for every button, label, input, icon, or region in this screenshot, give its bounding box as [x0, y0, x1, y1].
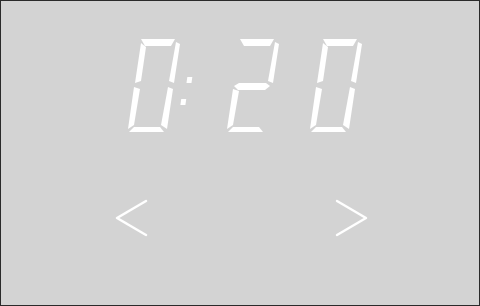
colon: [180, 77, 193, 105]
chevron-right-icon: [335, 199, 368, 237]
seven-segment-display: [128, 39, 362, 132]
previous-button[interactable]: [110, 194, 158, 242]
next-button[interactable]: [330, 194, 378, 242]
digit-0: [128, 39, 180, 132]
timer-panel: 0:20: [0, 0, 480, 306]
digit-0-second: [310, 39, 362, 132]
chevron-left-icon: [115, 199, 148, 237]
digit-2: [227, 39, 279, 132]
time-display: 0:20: [1, 1, 479, 305]
